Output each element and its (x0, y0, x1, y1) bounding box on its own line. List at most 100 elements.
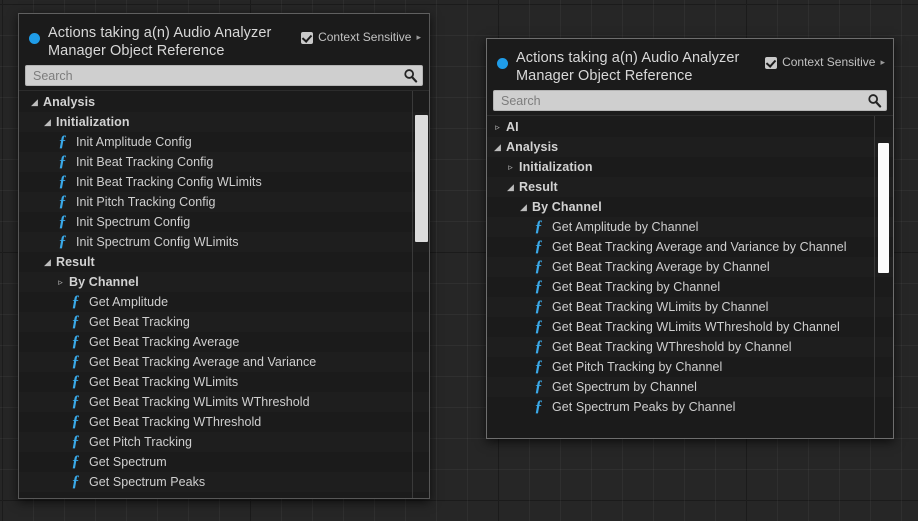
menu-header: Actions taking a(n) Audio Analyzer Manag… (19, 14, 429, 65)
function-f-icon: ƒ (71, 473, 80, 490)
tree-function-label: Get Beat Tracking (89, 315, 190, 329)
function-f-icon: ƒ (71, 413, 80, 430)
search-box[interactable] (493, 90, 887, 111)
tree-function-row[interactable]: ƒ Init Spectrum Config WLimits (19, 232, 429, 252)
object-reference-dot-icon (29, 33, 40, 44)
action-tree-right[interactable]: ▹ AI ◢ Analysis ▹ Initialization ◢ Result ◢ By Ch… (487, 116, 893, 438)
tree-function-row[interactable]: ƒ Init Spectrum Config (19, 212, 429, 232)
tree-category-row[interactable]: ◢ Result (487, 177, 893, 197)
tree-function-row[interactable]: ƒ Get Spectrum Peaks by Channel (487, 397, 893, 417)
tree-category-label: Initialization (519, 160, 593, 174)
triangle-down-icon[interactable]: ◢ (492, 142, 503, 152)
tree-category-label: Result (519, 180, 558, 194)
vertical-scrollbar-left[interactable] (413, 91, 429, 498)
tree-function-row[interactable]: ƒ Init Beat Tracking Config WLimits (19, 172, 429, 192)
function-f-icon: ƒ (58, 173, 67, 190)
tree-function-row[interactable]: ƒ Get Beat Tracking Average by Channel (487, 257, 893, 277)
tree-category-row[interactable]: ◢ Initialization (19, 112, 429, 132)
tree-category-row[interactable]: ◢ Analysis (19, 92, 429, 112)
tree-category-label: Initialization (56, 115, 130, 129)
tree-function-row[interactable]: ƒ Get Beat Tracking WThreshold by Channel (487, 337, 893, 357)
scrollbar-divider (412, 91, 413, 498)
tree-function-label: Get Beat Tracking by Channel (552, 280, 721, 294)
tree-function-row[interactable]: ƒ Get Spectrum by Channel (487, 377, 893, 397)
triangle-down-icon[interactable]: ◢ (518, 202, 529, 212)
search-box[interactable] (25, 65, 423, 86)
action-tree-region-right[interactable]: ▹ AI ◢ Analysis ▹ Initialization ◢ Result ◢ By Ch… (487, 115, 893, 438)
tree-category-label: Analysis (506, 140, 559, 154)
page-title: Actions taking a(n) Audio Analyzer Manag… (516, 50, 740, 84)
search-icon[interactable] (403, 68, 418, 83)
tree-function-row[interactable]: ƒ Get Beat Tracking WLimits WThreshold by… (487, 317, 893, 337)
context-sensitive-toggle[interactable]: Context Sensitive ▸ (765, 56, 885, 69)
triangle-right-icon[interactable]: ▹ (505, 162, 516, 172)
tree-function-label: Get Beat Tracking Average by Channel (552, 260, 770, 274)
tree-function-row[interactable]: ƒ Get Beat Tracking WLimits WThreshold (19, 392, 429, 412)
tree-function-row[interactable]: ƒ Get Amplitude (19, 292, 429, 312)
function-f-icon: ƒ (58, 213, 67, 230)
function-f-icon: ƒ (534, 278, 543, 295)
function-f-icon: ƒ (534, 218, 543, 235)
tree-function-row[interactable]: ƒ Init Beat Tracking Config (19, 152, 429, 172)
context-sensitive-toggle[interactable]: Context Sensitive ▸ (301, 31, 421, 44)
search-input[interactable] (33, 68, 399, 83)
tree-function-row[interactable]: ƒ Init Pitch Tracking Config (19, 192, 429, 212)
tree-function-label: Get Amplitude (89, 295, 169, 309)
tree-category-label: AI (506, 120, 519, 134)
tree-function-row[interactable]: ƒ Get Beat Tracking WLimits (19, 372, 429, 392)
function-f-icon: ƒ (58, 193, 67, 210)
tree-function-row[interactable]: ƒ Get Beat Tracking Average and Variance … (487, 237, 893, 257)
tree-function-row[interactable]: ƒ Get Pitch Tracking by Channel (487, 357, 893, 377)
tree-function-label: Get Beat Tracking WLimits (89, 375, 239, 389)
tree-function-row[interactable]: ƒ Get Beat Tracking WThreshold (19, 412, 429, 432)
tree-function-label: Get Spectrum by Channel (552, 380, 697, 394)
triangle-right-icon[interactable]: ▹ (55, 277, 66, 287)
context-sensitive-checkbox[interactable] (765, 56, 778, 69)
tree-function-label: Get Beat Tracking WThreshold (89, 415, 262, 429)
tree-function-row[interactable]: ƒ Get Pitch Tracking (19, 432, 429, 452)
tree-function-row[interactable]: ƒ Get Spectrum (19, 452, 429, 472)
tree-function-label: Get Pitch Tracking (89, 435, 193, 449)
search-icon[interactable] (867, 93, 882, 108)
triangle-down-icon[interactable]: ◢ (42, 117, 53, 127)
triangle-down-icon[interactable]: ◢ (505, 182, 516, 192)
tree-category-row[interactable]: ▹ Initialization (487, 157, 893, 177)
tree-category-row[interactable]: ▹ By Channel (19, 272, 429, 292)
tree-function-label: Get Spectrum Peaks (89, 475, 206, 489)
action-menu-left[interactable]: Actions taking a(n) Audio Analyzer Manag… (18, 13, 430, 499)
tree-category-label: Result (56, 255, 95, 269)
function-f-icon: ƒ (534, 238, 543, 255)
action-tree-region-left[interactable]: ◢ Analysis ◢ Initialization ƒ Init Amplitude … (19, 90, 429, 498)
tree-function-row[interactable]: ƒ Get Amplitude by Channel (487, 217, 893, 237)
tree-function-row[interactable]: ƒ Get Spectrum Peaks (19, 472, 429, 492)
tree-function-row[interactable]: ƒ Get Beat Tracking Average and Variance (19, 352, 429, 372)
menu-header: Actions taking a(n) Audio Analyzer Manag… (487, 39, 893, 90)
function-f-icon: ƒ (71, 333, 80, 350)
tree-function-row[interactable]: ƒ Get Beat Tracking Average (19, 332, 429, 352)
triangle-down-icon[interactable]: ◢ (29, 97, 40, 107)
tree-category-label: By Channel (69, 275, 139, 289)
tree-category-row[interactable]: ◢ Result (19, 252, 429, 272)
tree-function-row[interactable]: ƒ Get Beat Tracking (19, 312, 429, 332)
search-input[interactable] (501, 93, 863, 108)
scrollbar-thumb[interactable] (415, 115, 428, 242)
tree-category-row[interactable]: ◢ By Channel (487, 197, 893, 217)
tree-function-row[interactable]: ƒ Init Amplitude Config (19, 132, 429, 152)
action-menu-right[interactable]: Actions taking a(n) Audio Analyzer Manag… (486, 38, 894, 439)
tree-function-label: Get Beat Tracking Average and Variance (89, 355, 317, 369)
context-sensitive-checkbox[interactable] (301, 31, 314, 44)
triangle-down-icon[interactable]: ◢ (42, 257, 53, 267)
action-tree-left[interactable]: ◢ Analysis ◢ Initialization ƒ Init Amplitude … (19, 91, 429, 498)
chevron-right-icon[interactable]: ▸ (416, 31, 421, 44)
tree-function-row[interactable]: ƒ Get Beat Tracking WLimits by Channel (487, 297, 893, 317)
chevron-right-icon[interactable]: ▸ (880, 56, 885, 69)
scrollbar-thumb[interactable] (878, 143, 889, 273)
tree-function-row[interactable]: ƒ Get Beat Tracking by Channel (487, 277, 893, 297)
function-f-icon: ƒ (534, 398, 543, 415)
tree-category-row[interactable]: ◢ Analysis (487, 137, 893, 157)
tree-category-row[interactable]: ▹ AI (487, 117, 893, 137)
vertical-scrollbar-right[interactable] (875, 116, 891, 438)
triangle-right-icon[interactable]: ▹ (492, 122, 503, 132)
function-f-icon: ƒ (534, 358, 543, 375)
function-f-icon: ƒ (534, 258, 543, 275)
